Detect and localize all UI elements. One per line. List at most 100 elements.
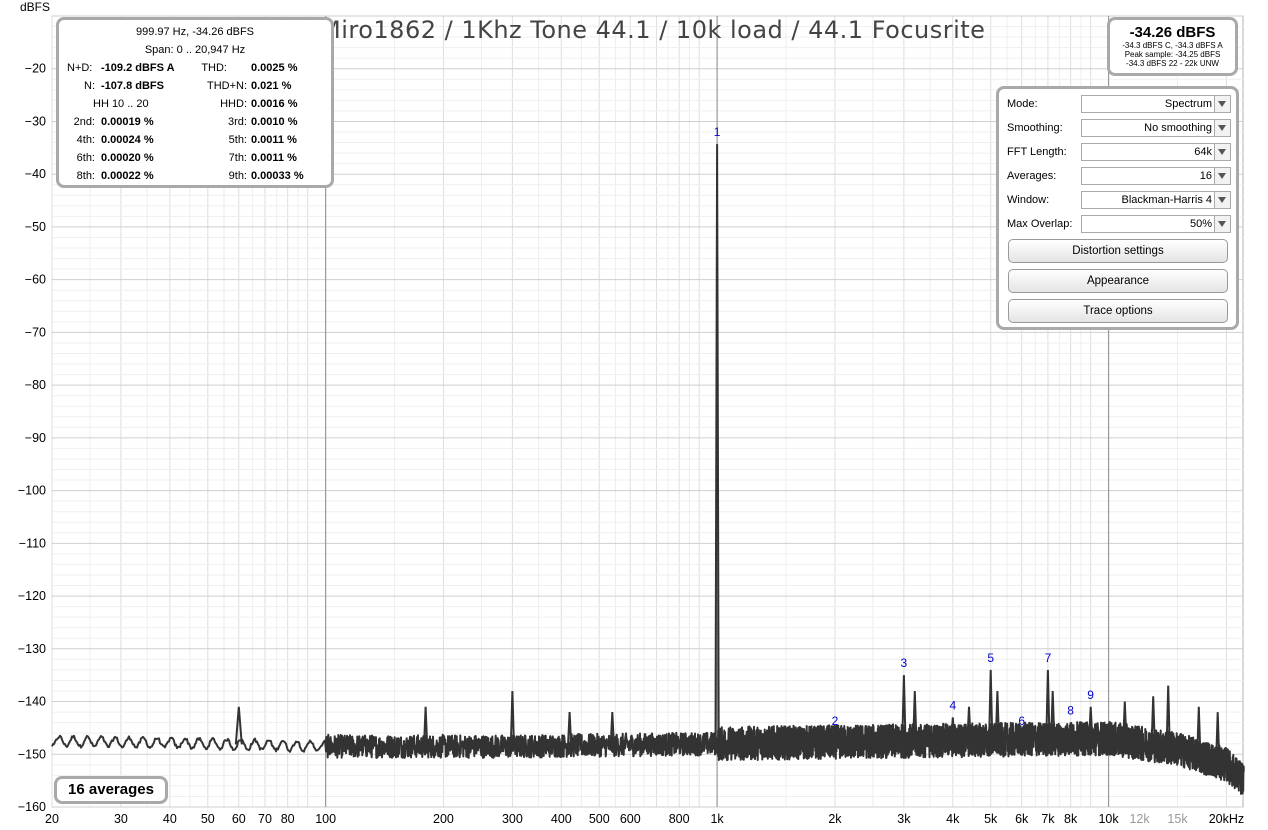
harmonic-label: 9 [1087, 688, 1094, 702]
x-tick-label: 4k [946, 812, 960, 826]
smoothing-row: Smoothing: No smoothing [1007, 119, 1232, 137]
mode-row: Mode: Spectrum [1007, 95, 1232, 113]
distortion-stats-panel: 999.97 Hz, -34.26 dBFS Span: 0 .. 20,947… [56, 17, 334, 188]
x-tick-label: 400 [551, 812, 572, 826]
x-tick-label: 100 [315, 812, 336, 826]
harmonic-label: 6 [1018, 714, 1025, 728]
level-peak-sample: Peak sample: -34.25 dBFS [1124, 50, 1221, 59]
averages-row: Averages: 16 [1007, 167, 1232, 185]
y-tick-label: −90 [25, 431, 46, 445]
x-tick-label: 600 [620, 812, 641, 826]
x-tick-label: 5k [984, 812, 998, 826]
distortion-settings-button[interactable]: Distortion settings [1008, 239, 1228, 263]
x-tick-label: 30 [114, 812, 128, 826]
smoothing-select[interactable]: No smoothing [1081, 119, 1231, 137]
level-readout-panel: -34.26 dBFS -34.3 dBFS C, -34.3 dBFS A P… [1107, 17, 1238, 76]
y-tick-label: −110 [19, 536, 46, 550]
harmonic-label: 2 [832, 714, 839, 728]
fft-length-row: FFT Length: 64k [1007, 143, 1232, 161]
stats-h6-label: 6th: [76, 152, 95, 164]
y-tick-label: −140 [18, 695, 46, 709]
fft-length-select[interactable]: 64k [1081, 143, 1231, 161]
stats-h8-value: 0.00022 % [101, 170, 154, 182]
stats-n-value: -107.8 dBFS [101, 80, 164, 92]
x-tick-label: 10k [1098, 812, 1119, 826]
stats-h4-value: 0.00024 % [101, 134, 154, 146]
stats-h3-value: 0.0010 % [251, 116, 298, 128]
stats-h9-label: 9th: [228, 170, 247, 182]
x-tick-label: 7k [1041, 812, 1055, 826]
y-axis-unit-label: dBFS [20, 0, 51, 14]
stats-h7-value: 0.0011 % [251, 152, 297, 164]
chevron-down-icon [1214, 216, 1230, 232]
appearance-button[interactable]: Appearance [1008, 269, 1228, 293]
x-tick-label: 40 [163, 812, 177, 826]
y-tick-label: −40 [25, 167, 46, 181]
averages-value: 16 [1199, 170, 1212, 182]
overlap-value: 50% [1189, 218, 1212, 230]
stats-span: Span: 0 .. 20,947 Hz [144, 44, 246, 56]
y-tick-label: −150 [18, 747, 46, 761]
mode-label: Mode: [1007, 98, 1038, 110]
window-label: Window: [1007, 194, 1050, 206]
chevron-down-icon [1214, 144, 1230, 160]
level-main-value: -34.26 dBFS [1129, 24, 1216, 41]
harmonic-label: 8 [1067, 704, 1074, 718]
stats-h2-value: 0.00019 % [101, 116, 154, 128]
x-tick-label: 3k [897, 812, 911, 826]
controls-panel: Mode: Spectrum Smoothing: No smoothing F… [996, 86, 1239, 330]
window-value: Blackman-Harris 4 [1121, 194, 1212, 206]
overlap-row: Max Overlap: 50% [1007, 215, 1232, 233]
stats-nd-label: N+D: [67, 62, 93, 74]
stats-thd-value: 0.0025 % [251, 62, 298, 74]
stats-n-label: N: [84, 80, 95, 92]
window-row: Window: Blackman-Harris 4 [1007, 191, 1232, 209]
averages-badge: 16 averages [54, 776, 168, 804]
stats-thd-label: THD: [201, 62, 227, 74]
trace-options-button[interactable]: Trace options [1008, 299, 1228, 323]
level-weighted: -34.3 dBFS C, -34.3 dBFS A [1122, 41, 1223, 50]
y-tick-label: −20 [25, 62, 46, 76]
harmonic-label: 7 [1045, 651, 1052, 665]
x-tick-label: 2k [828, 812, 842, 826]
smoothing-label: Smoothing: [1007, 122, 1063, 134]
harmonic-label: 3 [901, 656, 908, 670]
chevron-down-icon [1214, 96, 1230, 112]
averages-select[interactable]: 16 [1081, 167, 1231, 185]
overlap-label: Max Overlap: [1007, 218, 1073, 230]
y-tick-label: −60 [25, 273, 46, 287]
chart-title: Miro1862 / 1Khz Tone 44.1 / 10k load / 4… [320, 16, 986, 44]
y-tick-label: −100 [18, 484, 46, 498]
y-tick-label: −50 [25, 220, 46, 234]
y-tick-label: −30 [25, 114, 46, 128]
x-tick-label: 80 [281, 812, 295, 826]
overlap-select[interactable]: 50% [1081, 215, 1231, 233]
stats-hhd-label: HHD: [220, 98, 247, 110]
stats-hhd-value: 0.0016 % [251, 98, 298, 110]
stats-h8-label: 8th: [76, 170, 95, 182]
x-tick-label: 6k [1015, 812, 1029, 826]
harmonic-label: 5 [987, 651, 994, 665]
chevron-down-icon [1214, 120, 1230, 136]
y-tick-label: −80 [25, 378, 46, 392]
x-tick-label: 50 [201, 812, 215, 826]
y-tick-label: −70 [25, 325, 46, 339]
x-tick-label: 300 [502, 812, 523, 826]
stats-thdn-label: THD+N: [206, 80, 247, 92]
window-select[interactable]: Blackman-Harris 4 [1081, 191, 1231, 209]
x-tick-label: 15k [1167, 812, 1188, 826]
harmonic-label: 4 [949, 698, 956, 712]
harmonic-label: 1 [714, 125, 721, 139]
x-tick-label: 20 [45, 812, 59, 826]
level-unweighted: -34.3 dBFS 22 - 22k UNW [1126, 59, 1219, 68]
x-tick-label: 200 [433, 812, 454, 826]
stats-h4-label: 4th: [76, 134, 95, 146]
x-tick-label: 8k [1064, 812, 1078, 826]
x-tick-label: 12k [1129, 812, 1150, 826]
y-tick-label: −160 [18, 800, 46, 814]
mode-select[interactable]: Spectrum [1081, 95, 1231, 113]
stats-thdn-value: 0.021 % [251, 80, 292, 92]
stats-h6-value: 0.00020 % [101, 152, 154, 164]
x-tick-label: 800 [669, 812, 690, 826]
smoothing-value: No smoothing [1144, 122, 1212, 134]
